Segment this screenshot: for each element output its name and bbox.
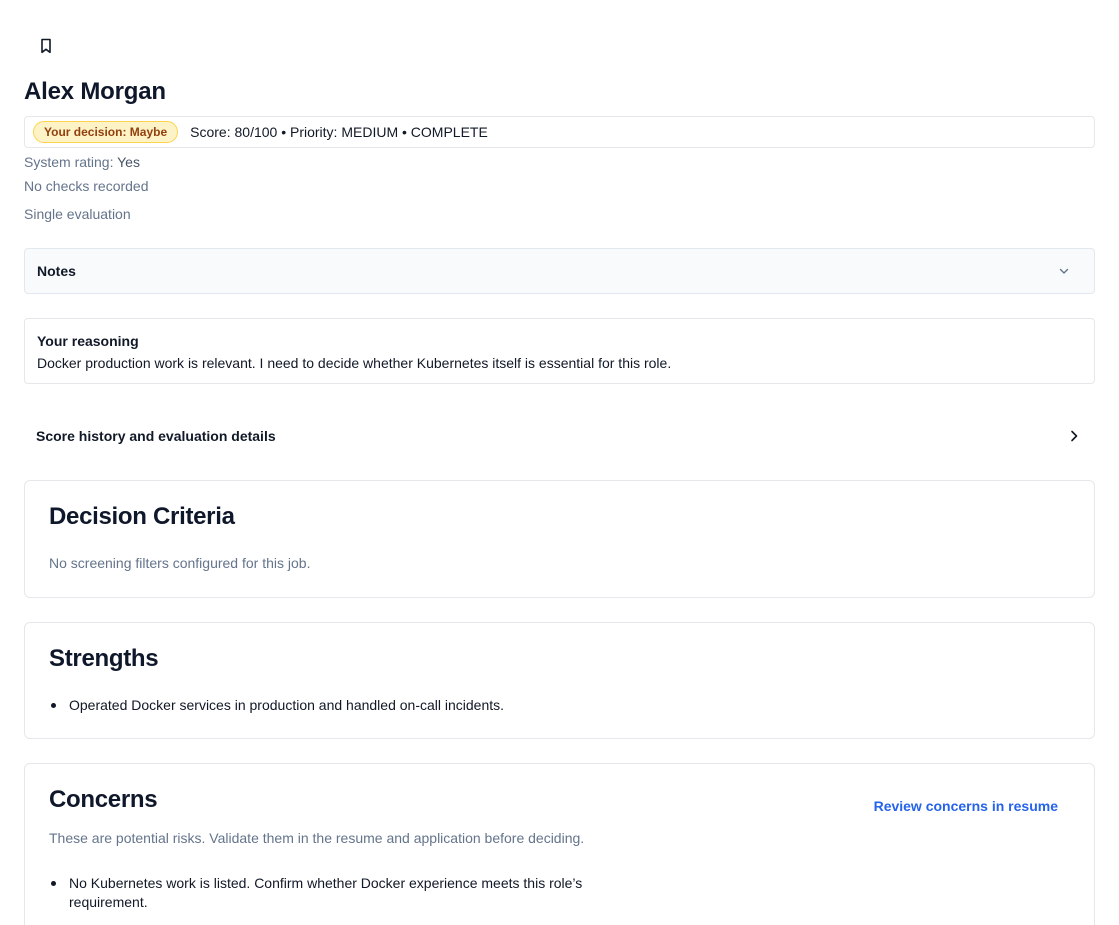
system-rating-value: Yes — [117, 154, 140, 170]
concerns-card: Concerns Review concerns in resume These… — [24, 763, 1095, 925]
list-item: Operated Docker services in production a… — [49, 696, 609, 715]
concerns-title: Concerns — [49, 786, 158, 813]
system-rating-label: System rating: — [24, 154, 114, 170]
concerns-list: No Kubernetes work is listed. Confirm wh… — [49, 874, 629, 912]
reasoning-box: Your reasoning Docker production work is… — [24, 318, 1095, 384]
score-priority-status: Score: 80/100 • Priority: MEDIUM • COMPL… — [190, 124, 488, 140]
reasoning-text: Docker production work is relevant. I ne… — [37, 355, 672, 371]
concerns-subtitle: These are potential risks. Validate them… — [49, 830, 585, 846]
score-history-toggle[interactable]: Score history and evaluation details — [24, 418, 1095, 454]
review-concerns-link[interactable]: Review concerns in resume — [874, 798, 1058, 814]
chevron-right-icon — [1071, 430, 1078, 442]
score-history-label: Score history and evaluation details — [36, 428, 276, 444]
decision-criteria-text: No screening filters configured for this… — [49, 555, 311, 571]
notes-accordion[interactable]: Notes — [24, 248, 1095, 294]
system-rating: System rating: Yes — [24, 154, 140, 170]
evaluation-type: Single evaluation — [24, 206, 131, 222]
chevron-down-icon — [1059, 268, 1069, 274]
bookmark-icon — [41, 38, 51, 54]
strengths-card: Strengths Operated Docker services in pr… — [24, 622, 1095, 739]
strengths-list: Operated Docker services in production a… — [49, 696, 609, 715]
checks-status: No checks recorded — [24, 178, 149, 194]
list-item: No Kubernetes work is listed. Confirm wh… — [49, 874, 629, 912]
decision-criteria-card: Decision Criteria No screening filters c… — [24, 480, 1095, 598]
decision-criteria-title: Decision Criteria — [49, 503, 235, 530]
bookmark-button[interactable] — [36, 36, 56, 56]
strengths-title: Strengths — [49, 645, 159, 672]
status-bar: Your decision: Maybe Score: 80/100 • Pri… — [24, 116, 1095, 148]
candidate-name: Alex Morgan — [24, 78, 166, 105]
decision-badge[interactable]: Your decision: Maybe — [33, 121, 179, 143]
notes-label: Notes — [37, 263, 76, 279]
candidate-review-page: Alex Morgan Your decision: Maybe Score: … — [0, 0, 1119, 925]
reasoning-title: Your reasoning — [37, 333, 139, 349]
